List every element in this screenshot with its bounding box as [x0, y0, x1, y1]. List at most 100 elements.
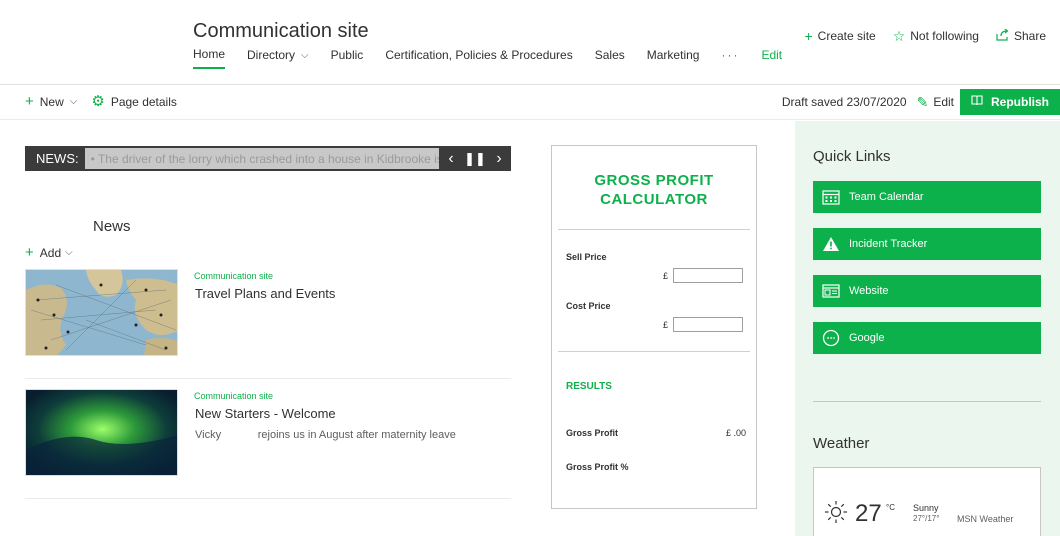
quick-link-website[interactable]: Website: [813, 275, 1041, 307]
ticker-label: NEWS:: [36, 151, 79, 166]
share-button[interactable]: Share: [996, 28, 1046, 43]
cost-price-label: Cost Price: [566, 301, 611, 311]
news-section-title: News: [93, 218, 131, 235]
star-icon: ☆: [892, 28, 906, 44]
follow-label: Not following: [910, 29, 979, 43]
calculator-title-line2: CALCULATOR: [600, 191, 708, 208]
nav-item-sales[interactable]: Sales: [595, 48, 625, 68]
share-label: Share: [1013, 29, 1046, 43]
ticker-text[interactable]: • The driver of the lorry which crashed …: [84, 148, 439, 169]
gear-icon: ⚙: [91, 93, 105, 110]
quick-link-google[interactable]: Google: [813, 322, 1041, 354]
follow-button[interactable]: ☆ Not following: [893, 29, 979, 43]
nav-label: Directory: [247, 48, 296, 62]
weather-unit: °C: [886, 503, 895, 512]
nav-item-directory[interactable]: Directory ⌵: [247, 48, 309, 68]
site-header: Communication site Home Directory ⌵ Publi…: [0, 0, 1060, 85]
news-thumbnail-map[interactable]: [25, 269, 178, 356]
sell-price-label: Sell Price: [566, 252, 607, 262]
plus-icon: +: [25, 93, 34, 110]
gross-profit-value: £ .00: [725, 428, 746, 438]
quick-link-label: Incident Tracker: [849, 238, 928, 250]
sun-icon: [824, 500, 848, 529]
news-headline[interactable]: New Starters - Welcome: [195, 406, 336, 421]
quick-link-label: Team Calendar: [849, 191, 924, 203]
new-label: New: [39, 94, 64, 109]
ticker-pause-button[interactable]: ❚❚: [463, 146, 487, 171]
news-headline[interactable]: Travel Plans and Events: [195, 286, 335, 301]
sell-price-input[interactable]: [673, 268, 743, 283]
top-navigation: Home Directory ⌵ Public Certification, Po…: [193, 47, 804, 69]
cost-price-input[interactable]: [673, 317, 743, 332]
chevron-right-icon: ›: [496, 149, 502, 167]
pencil-icon: ✎: [916, 93, 929, 110]
news-thumbnail-aurora[interactable]: [25, 389, 178, 476]
weather-title: Weather: [813, 435, 870, 452]
results-heading: RESULTS: [566, 381, 612, 392]
page-details-button[interactable]: ⚙ Page details: [91, 94, 177, 109]
news-add-button[interactable]: + Add ⌵: [25, 244, 73, 261]
chevron-left-icon: ‹: [448, 149, 454, 167]
divider: [558, 229, 750, 230]
nav-more-button[interactable]: ···: [721, 48, 739, 68]
ticker-next-button[interactable]: ›: [487, 146, 511, 171]
nav-label: Public: [330, 48, 364, 62]
chevron-down-icon: ⌵: [69, 96, 78, 107]
nav-edit-link[interactable]: Edit: [761, 48, 782, 68]
gross-profit-label: Gross Profit: [566, 428, 619, 438]
nav-label: Marketing: [646, 48, 700, 62]
news-ticker: NEWS: • The driver of the lorry which cr…: [25, 146, 511, 171]
nav-item-public[interactable]: Public: [331, 48, 364, 68]
news-item[interactable]: Communication site Travel Plans and Even…: [25, 269, 511, 379]
book-icon: [971, 95, 983, 109]
gross-profit-calculator: GROSS PROFIT CALCULATOR Sell Price £ Cos…: [551, 145, 757, 509]
quick-links-title: Quick Links: [813, 148, 891, 165]
weather-card[interactable]: 27 °C Sunny 27°/17° MSN Weather: [813, 467, 1041, 536]
pause-icon: ❚❚: [464, 150, 486, 166]
currency-symbol: £: [663, 320, 669, 330]
republish-button[interactable]: Republish: [960, 89, 1060, 115]
right-column: Quick Links Team Calendar Incident Track…: [795, 121, 1060, 536]
weather-condition: Sunny: [913, 503, 939, 513]
draft-status: Draft saved 23/07/2020: [781, 95, 907, 109]
nav-label: Edit: [761, 48, 783, 62]
news-source[interactable]: Communication site: [194, 391, 273, 401]
create-site-label: Create site: [817, 29, 876, 43]
divider: [813, 401, 1041, 402]
header-actions: + Create site ☆ Not following Share: [787, 28, 1046, 43]
news-description: Vicky rejoins us in August after materni…: [195, 429, 456, 441]
news-item[interactable]: Communication site New Starters - Welcom…: [25, 389, 511, 499]
new-button[interactable]: + New ⌵: [25, 94, 77, 109]
quick-link-team-calendar[interactable]: Team Calendar: [813, 181, 1041, 213]
divider: [558, 351, 750, 352]
nav-label: Sales: [594, 48, 625, 62]
quick-link-incident-tracker[interactable]: Incident Tracker: [813, 228, 1041, 260]
gross-profit-pct-label: Gross Profit %: [566, 462, 629, 472]
weather-source[interactable]: MSN Weather: [957, 514, 1013, 524]
chevron-down-icon: ⌵: [301, 49, 309, 61]
create-site-button[interactable]: + Create site: [804, 29, 875, 43]
site-title[interactable]: Communication site: [193, 20, 369, 43]
quick-link-label: Website: [849, 285, 889, 297]
ticker-prev-button[interactable]: ‹: [439, 146, 463, 171]
page-details-label: Page details: [110, 94, 177, 109]
link-icon: [821, 328, 841, 348]
edit-button[interactable]: ✎ Edit: [917, 94, 954, 111]
news-source[interactable]: Communication site: [194, 271, 273, 281]
add-label: Add: [39, 245, 62, 260]
edit-label: Edit: [933, 95, 954, 109]
weather-temperature: 27: [855, 500, 882, 527]
currency-symbol: £: [663, 271, 669, 281]
calculator-title-line1: GROSS PROFIT: [594, 172, 714, 189]
nav-label: Home: [193, 47, 226, 61]
website-icon: [821, 281, 841, 301]
republish-label: Republish: [990, 95, 1049, 109]
nav-item-certification[interactable]: Certification, Policies & Procedures: [385, 48, 572, 68]
nav-item-home[interactable]: Home: [193, 47, 226, 69]
nav-item-marketing[interactable]: Marketing: [647, 48, 700, 68]
nav-label: Certification, Policies & Procedures: [385, 48, 573, 62]
command-bar: + New ⌵ ⚙ Page details Draft saved 23/07…: [0, 86, 1060, 120]
quick-link-label: Google: [849, 332, 885, 344]
chevron-down-icon: ⌵: [65, 247, 73, 258]
share-icon: [996, 28, 1009, 43]
